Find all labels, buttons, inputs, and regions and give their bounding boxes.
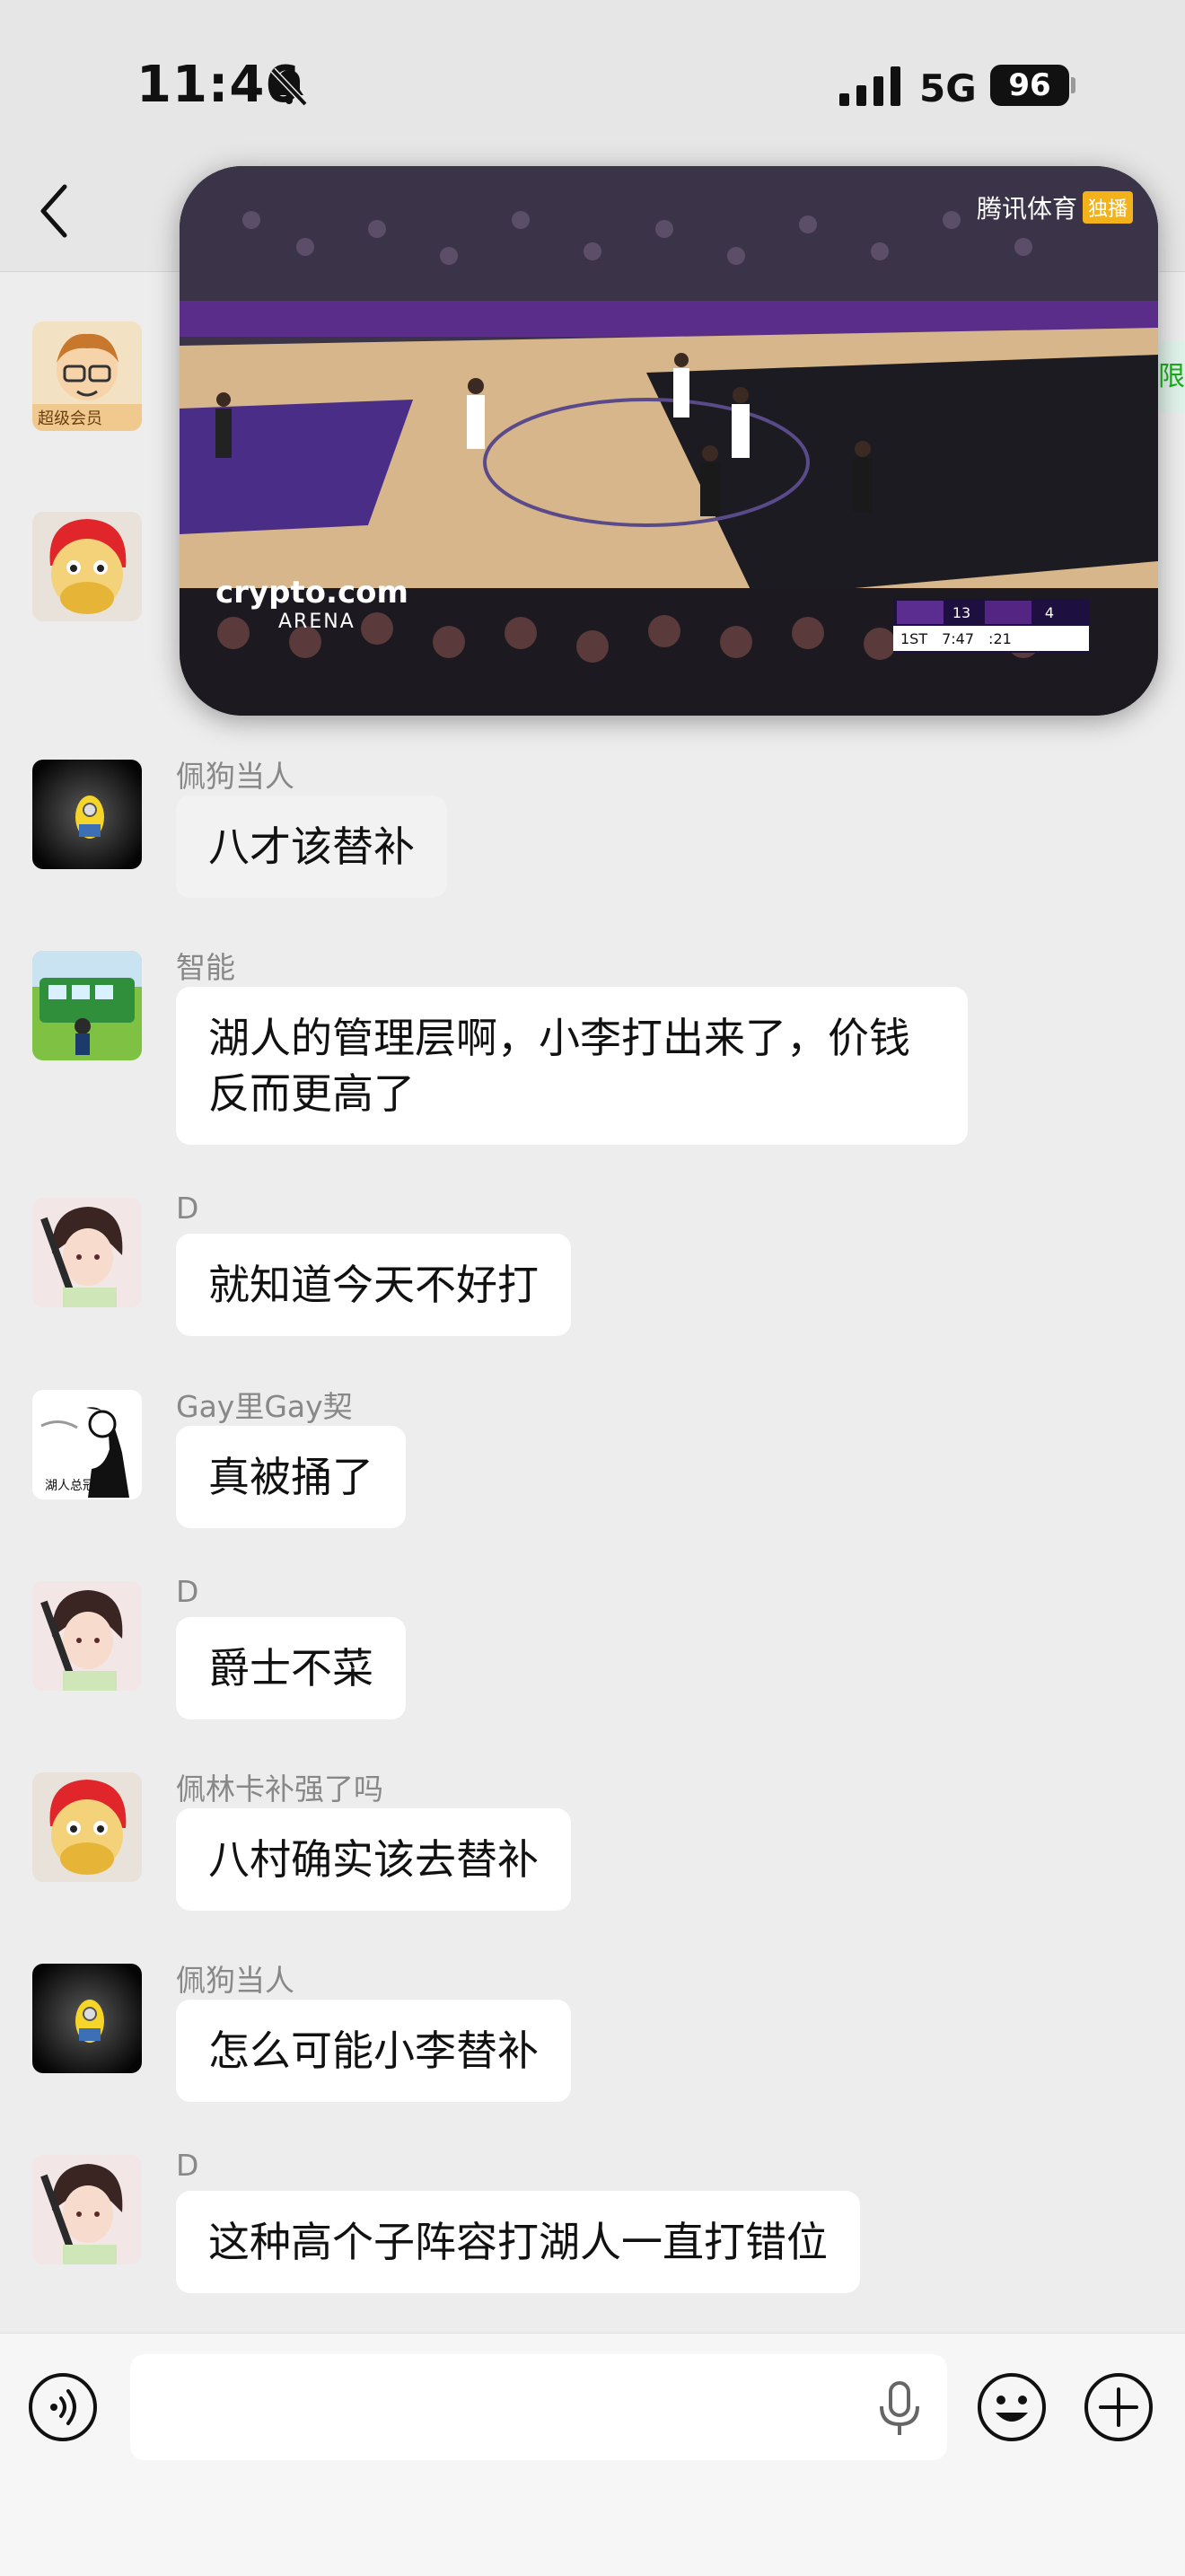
back-arrow-icon[interactable]	[36, 180, 72, 242]
score-away: 4	[1044, 603, 1055, 621]
message-input[interactable]	[130, 2354, 947, 2460]
watermark-tag: 独播	[1082, 191, 1133, 224]
game-clock: 7:47	[942, 629, 975, 647]
super-member-badge: 超级会员	[38, 409, 102, 428]
sender-name: D	[176, 2148, 199, 2183]
sender-name: 佩林卡补强了吗	[176, 1772, 383, 1807]
voice-toggle-button[interactable]	[29, 2373, 97, 2441]
voice-wave-icon	[50, 2389, 76, 2425]
video-watermark: 腾讯体育 独播	[977, 189, 1133, 225]
avatar[interactable]	[32, 760, 142, 869]
message-bubble[interactable]: 这种高个子阵容打湖人一直打错位	[176, 2191, 860, 2293]
message-bubble[interactable]: 爵士不菜	[176, 1617, 406, 1719]
message-bubble[interactable]: 八村确实该去替补	[176, 1808, 571, 1911]
avatar-d[interactable]	[32, 1198, 142, 1307]
sender-name: 佩狗当人	[176, 1963, 294, 1998]
microphone-icon[interactable]	[875, 2379, 924, 2437]
sender-name: Gay里Gay契	[176, 1389, 353, 1424]
add-plus-icon[interactable]	[1083, 2371, 1154, 2443]
silent-bell-icon	[270, 67, 308, 107]
sender-name: 佩狗当人	[176, 759, 294, 794]
pip-video-player[interactable]: 腾讯体育 独播 crypto.com ARENA 13 4 1ST 7:47 :…	[180, 166, 1158, 716]
score-home: 13	[952, 603, 971, 621]
sender-name: 智能	[176, 950, 235, 985]
avatar-d[interactable]	[32, 1581, 142, 1691]
arena-ad: crypto.com	[215, 575, 408, 611]
avatar[interactable]	[32, 951, 142, 1060]
sender-name: D	[176, 1574, 199, 1609]
emoji-icon[interactable]	[976, 2371, 1048, 2443]
message-bubble[interactable]: 八才该替补	[176, 796, 447, 898]
network-type: 5G	[919, 66, 977, 110]
message-bubble[interactable]: 怎么可能小李替补	[176, 2000, 571, 2102]
avatar[interactable]	[32, 1772, 142, 1882]
team-logo-away	[985, 601, 1031, 624]
side-tab[interactable]: 限	[1158, 341, 1185, 413]
watermark-brand: 腾讯体育	[976, 194, 1077, 224]
avatar[interactable]	[32, 1964, 142, 2073]
shot-clock: :21	[988, 629, 1012, 647]
arena-ad-sub: ARENA	[278, 611, 356, 633]
battery-indicator: 96	[990, 65, 1069, 106]
scoreboard: 13 4 1ST 7:47 :21	[893, 599, 1089, 653]
quarter-label: 1ST	[900, 629, 928, 647]
message-bubble[interactable]: 湖人的管理层啊，小李打出来了，价钱反而更高了	[176, 987, 968, 1145]
avatar-caption: 湖人总冠军！	[45, 1479, 120, 1493]
message-bubble[interactable]: 就知道今天不好打	[176, 1234, 571, 1336]
avatar-super-member[interactable]: 超级会员	[32, 321, 142, 431]
avatar[interactable]: 湖人总冠军！	[32, 1390, 142, 1499]
sender-name: D	[176, 1191, 199, 1226]
avatar-d[interactable]	[32, 2155, 142, 2264]
battery-tip	[1071, 77, 1075, 93]
avatar[interactable]	[32, 512, 142, 621]
message-bubble[interactable]: 真被捅了	[176, 1426, 406, 1528]
signal-icon	[839, 66, 900, 106]
team-logo-home	[897, 601, 944, 624]
